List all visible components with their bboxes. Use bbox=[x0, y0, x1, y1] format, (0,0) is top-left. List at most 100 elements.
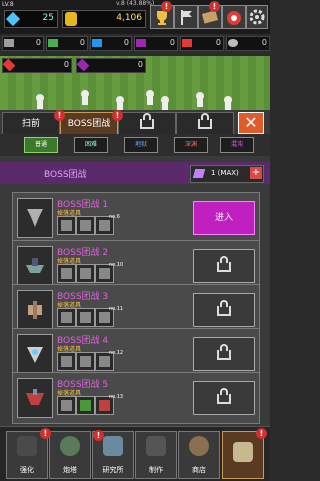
map-icon bbox=[233, 442, 253, 462]
boss-portrait bbox=[17, 290, 53, 330]
resource-red-crystal: 0 bbox=[2, 58, 72, 73]
boss-card: BOSS团战 5 掉落道具 no.13 bbox=[12, 372, 260, 424]
drop-item-icon bbox=[99, 312, 110, 323]
drop-number: no.11 bbox=[109, 306, 124, 312]
difficulty-hell[interactable]: 地狱 bbox=[124, 137, 158, 153]
drop-item[interactable] bbox=[76, 308, 95, 327]
drop-number: no.13 bbox=[109, 394, 124, 400]
stage-tabs: 扫前 BOSS团战 bbox=[0, 110, 270, 136]
flag-icon[interactable] bbox=[174, 5, 198, 29]
drop-item-icon bbox=[80, 312, 91, 323]
lock-icon bbox=[217, 344, 231, 360]
boss-ship-icon bbox=[27, 209, 43, 227]
tab-boss-raid[interactable]: BOSS团战 bbox=[60, 112, 118, 136]
drop-item-icon bbox=[99, 356, 110, 367]
lock-icon bbox=[198, 113, 212, 129]
enter-button[interactable]: 进入 bbox=[193, 201, 255, 235]
drop-item[interactable] bbox=[57, 264, 76, 283]
tab-locked-1[interactable] bbox=[118, 112, 176, 136]
nav-turret[interactable]: 炮塔 bbox=[49, 431, 91, 479]
locked-button[interactable] bbox=[193, 337, 255, 371]
purple-crystal-icon bbox=[76, 58, 90, 72]
upgrade-badge: ! bbox=[40, 428, 51, 439]
coin-value: 4,106 bbox=[116, 13, 142, 23]
nav-label: 商店 bbox=[192, 466, 206, 474]
resource-blue: 0 bbox=[90, 36, 132, 51]
lab-icon bbox=[103, 436, 123, 456]
green-ore-icon bbox=[48, 39, 58, 47]
settings-icon[interactable] bbox=[246, 5, 268, 29]
craft-icon bbox=[146, 436, 166, 456]
drop-item-icon bbox=[80, 400, 91, 411]
lock-icon bbox=[140, 113, 154, 129]
coin-icon bbox=[65, 12, 77, 26]
nav-label: 炮塔 bbox=[63, 466, 77, 474]
resource-gray: 0 bbox=[2, 36, 44, 51]
tab-sweep-badge: ! bbox=[54, 110, 65, 121]
close-button[interactable]: ✕ bbox=[238, 112, 264, 134]
upgrade-icon bbox=[17, 436, 37, 456]
trophy-badge: ! bbox=[161, 1, 172, 12]
boss-ship-icon bbox=[27, 347, 43, 363]
locked-button[interactable] bbox=[193, 293, 255, 327]
gem-counter[interactable]: 25 bbox=[4, 10, 58, 28]
drop-item[interactable] bbox=[76, 352, 95, 371]
tab-boss-badge: ! bbox=[112, 110, 123, 121]
nav-craft[interactable]: 制作 bbox=[135, 431, 177, 479]
gray-gear-icon bbox=[228, 39, 238, 47]
difficulty-normal[interactable]: 普通 bbox=[24, 137, 58, 153]
gem-value: 25 bbox=[42, 13, 54, 23]
drop-item[interactable] bbox=[76, 396, 95, 415]
boss-portrait bbox=[17, 246, 53, 286]
nav-label: 强化 bbox=[20, 466, 34, 474]
boss-portrait bbox=[17, 198, 53, 238]
header-title: BOSS团战 bbox=[44, 170, 87, 180]
boss-portrait bbox=[17, 334, 53, 374]
locked-button[interactable] bbox=[193, 249, 255, 283]
boss-ship-icon bbox=[28, 301, 42, 319]
difficulty-chaos[interactable]: 混沌 bbox=[220, 137, 254, 153]
lock-icon bbox=[217, 300, 231, 316]
bag-icon[interactable] bbox=[222, 5, 246, 29]
boss-ship-icon bbox=[26, 258, 44, 273]
drop-item[interactable] bbox=[57, 352, 76, 371]
drop-item[interactable] bbox=[57, 216, 76, 235]
purple-ore-icon bbox=[136, 39, 146, 47]
resource-red: 0 bbox=[180, 36, 224, 51]
nav-shop[interactable]: 商店 bbox=[178, 431, 220, 479]
resource-value: 0 bbox=[63, 60, 69, 69]
tab-sweep[interactable]: 扫前 bbox=[2, 112, 60, 136]
mail-badge: ! bbox=[209, 1, 220, 12]
difficulty-hard[interactable]: 困难 bbox=[74, 137, 108, 153]
difficulty-abyss[interactable]: 深渊 bbox=[174, 137, 208, 153]
drop-item[interactable] bbox=[76, 264, 95, 283]
resource-value: 0 bbox=[123, 38, 129, 47]
ticket-value: 1 (MAX) bbox=[211, 169, 239, 177]
drop-item[interactable] bbox=[57, 308, 76, 327]
drop-item-icon bbox=[61, 400, 72, 411]
drop-item[interactable] bbox=[57, 396, 76, 415]
boss-card: BOSS团战 1 掉落道具 no.6 进入 bbox=[12, 192, 260, 244]
lock-icon bbox=[217, 256, 231, 272]
resource-gear: 0 bbox=[226, 36, 270, 51]
resource-value: 0 bbox=[169, 38, 175, 47]
resource-value: 0 bbox=[261, 38, 267, 47]
resource-purple-crystal: 0 bbox=[76, 58, 146, 73]
drop-item-icon bbox=[99, 268, 110, 279]
locked-button[interactable] bbox=[193, 381, 255, 415]
shop-icon bbox=[189, 436, 209, 456]
difficulty-row: 普通 困难 地狱 深渊 混沌 bbox=[0, 134, 270, 156]
resource-value: 0 bbox=[137, 60, 143, 69]
turret-icon bbox=[60, 436, 80, 456]
add-ticket-button[interactable]: + bbox=[250, 167, 262, 179]
drop-item[interactable] bbox=[76, 216, 95, 235]
gray-ore-icon bbox=[4, 39, 14, 47]
tab-locked-2[interactable] bbox=[176, 112, 234, 136]
resource-value: 0 bbox=[35, 38, 41, 47]
player-level: LV.8 bbox=[2, 1, 14, 8]
raid-ticket-counter: 1 (MAX) + bbox=[190, 165, 264, 183]
coin-counter[interactable]: 4,106 bbox=[62, 10, 146, 28]
drop-number: no.6 bbox=[109, 214, 120, 220]
resource-value: 0 bbox=[215, 38, 221, 47]
drop-item-icon bbox=[80, 356, 91, 367]
